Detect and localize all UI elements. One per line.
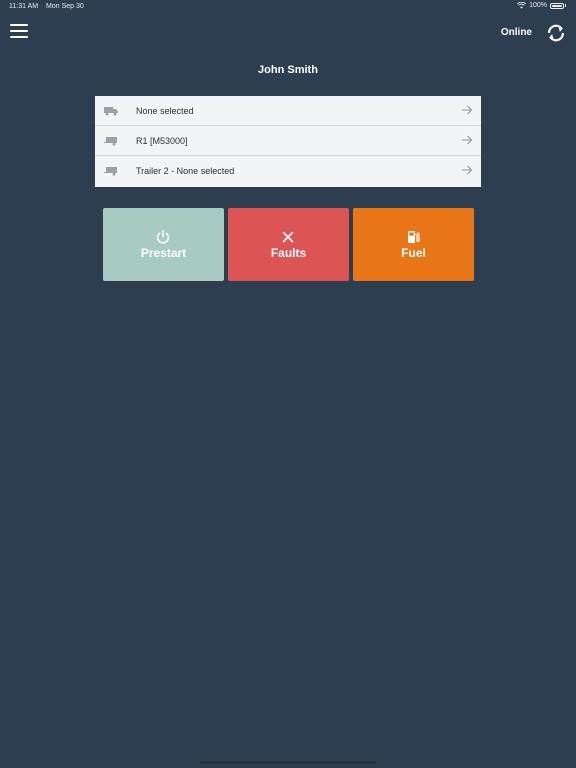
home-indicator[interactable] bbox=[200, 761, 376, 764]
trailer-icon bbox=[104, 167, 117, 176]
fuel-button[interactable]: Fuel bbox=[353, 208, 474, 281]
nav-bar: Online bbox=[0, 14, 576, 52]
vehicle-row-truck[interactable]: None selected bbox=[95, 96, 481, 126]
power-icon bbox=[156, 230, 170, 244]
vehicle-label: R1 [M53000] bbox=[136, 136, 188, 146]
truck-icon bbox=[104, 107, 118, 116]
battery-tip bbox=[565, 4, 566, 7]
vehicle-list: None selected R1 [M53000] Trailer 2 - No bbox=[95, 96, 481, 187]
status-bar: 11:31 AM Mon Sep 30 100% bbox=[0, 0, 576, 14]
prestart-label: Prestart bbox=[140, 246, 187, 260]
battery-icon bbox=[550, 2, 564, 9]
prestart-button[interactable]: Prestart bbox=[103, 208, 224, 281]
vehicle-label: None selected bbox=[136, 106, 194, 116]
fuel-pump-icon bbox=[408, 231, 420, 243]
trailer-icon bbox=[104, 137, 117, 146]
status-date: Mon Sep 30 bbox=[46, 3, 84, 10]
arrow-right-icon bbox=[462, 135, 473, 145]
vehicle-row-trailer-1[interactable]: R1 [M53000] bbox=[95, 126, 481, 156]
status-time: 11:31 AM bbox=[9, 3, 39, 10]
sync-icon[interactable] bbox=[545, 22, 567, 44]
arrow-right-icon bbox=[462, 165, 473, 175]
connection-status: Online bbox=[500, 27, 532, 38]
wifi-icon bbox=[517, 2, 527, 9]
vehicle-label: Trailer 2 - None selected bbox=[136, 166, 235, 176]
faults-label: Faults bbox=[270, 246, 307, 260]
battery-percent: 100% bbox=[529, 2, 547, 9]
faults-button[interactable]: Faults bbox=[228, 208, 349, 281]
driver-name: John Smith bbox=[258, 64, 318, 76]
app-screen: 11:31 AM Mon Sep 30 100% Online John Smi… bbox=[0, 0, 576, 768]
status-right: 100% bbox=[517, 2, 566, 9]
fuel-label: Fuel bbox=[401, 246, 426, 260]
hamburger-menu-icon[interactable] bbox=[10, 24, 28, 40]
status-left: 11:31 AM Mon Sep 30 bbox=[9, 3, 90, 10]
close-x-icon bbox=[282, 231, 294, 243]
arrow-right-icon bbox=[462, 105, 473, 115]
vehicle-row-trailer-2[interactable]: Trailer 2 - None selected bbox=[95, 156, 481, 187]
action-buttons: Prestart Faults Fuel bbox=[103, 208, 474, 281]
